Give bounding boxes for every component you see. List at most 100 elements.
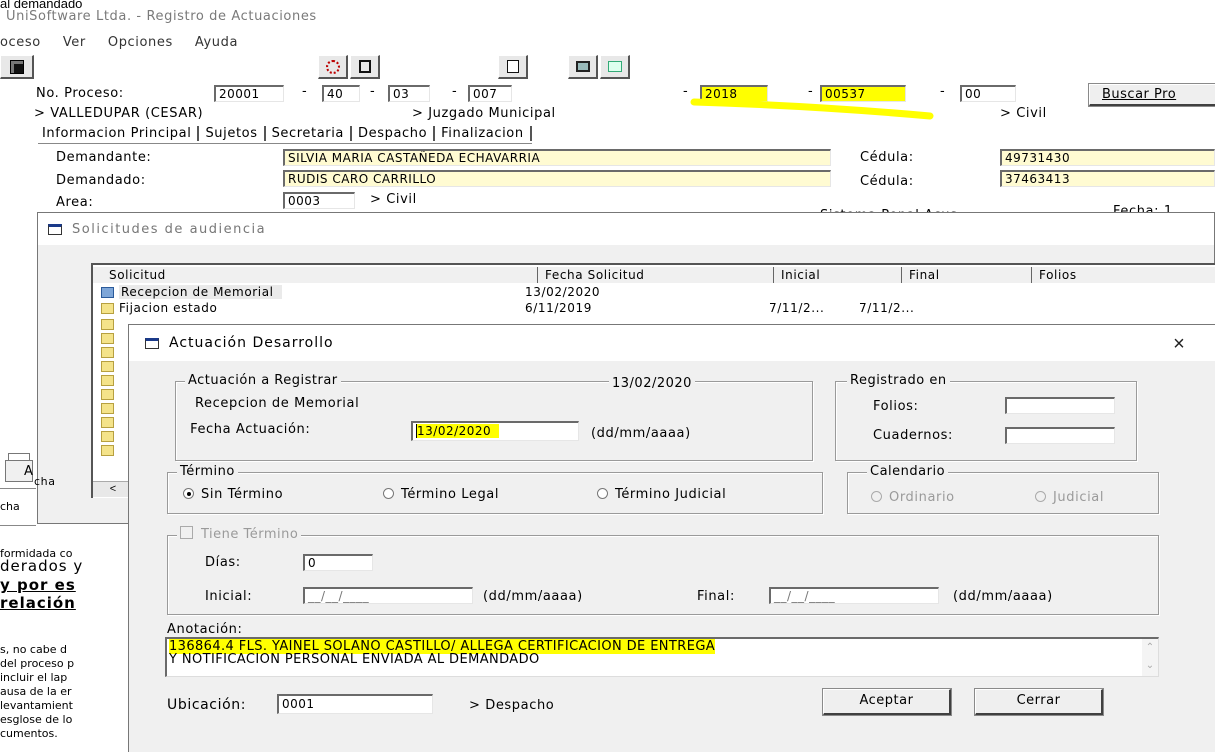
actuacion-dialog: Actuación Desarrollo × Actuación a Regis… bbox=[128, 324, 1215, 752]
ubicacion-label: Ubicación: bbox=[167, 697, 247, 713]
tab-finalizacion[interactable]: Finalizacion bbox=[433, 125, 532, 141]
menu-opciones[interactable]: Opciones bbox=[108, 35, 173, 50]
row-fecha: 13/02/2020 bbox=[525, 285, 601, 299]
menu-bar: oceso Ver Opciones Ayuda bbox=[0, 35, 238, 50]
radio-ordinario-label: Ordinario bbox=[889, 490, 955, 505]
radio-disabled-icon bbox=[871, 491, 882, 502]
side-button[interactable]: A bbox=[5, 460, 33, 482]
location-type: > Civil bbox=[1000, 106, 1047, 121]
tiene-termino-label: Tiene Término bbox=[201, 527, 299, 542]
left-clip-3: y por es bbox=[0, 576, 76, 594]
fecha-actuacion-label-text: Fecha Actuación: bbox=[190, 422, 311, 437]
side-clip-b: cha bbox=[34, 475, 56, 488]
textarea-scrollbar[interactable]: ⌃ ⌄ bbox=[1142, 639, 1158, 676]
radio-sin-label: Sin Término bbox=[201, 487, 284, 502]
tiene-termino-checkbox[interactable]: Tiene Término bbox=[177, 526, 302, 542]
cerrar-button[interactable]: Cerrar bbox=[974, 688, 1104, 716]
demandado-cedula-label: Cédula: bbox=[860, 174, 914, 189]
inicial-field[interactable]: __/__/____ bbox=[303, 587, 473, 604]
scroll-left-arrow[interactable]: < bbox=[93, 481, 133, 497]
radio-judicial-label: Término Judicial bbox=[615, 487, 727, 502]
proceso-part-1[interactable]: 20001 bbox=[214, 85, 284, 102]
menu-proceso[interactable]: oceso bbox=[0, 35, 41, 50]
checkbox-icon bbox=[180, 526, 193, 539]
col-solicitud[interactable]: Solicitud bbox=[109, 267, 166, 283]
radio-ordinario[interactable]: Ordinario bbox=[871, 490, 955, 505]
demandado-field[interactable]: RUDIS CARO CARRILLO bbox=[283, 170, 831, 187]
folder-icon bbox=[101, 375, 114, 386]
location-city: > VALLEDUPAR (CESAR) bbox=[34, 106, 204, 121]
radio-judicial-calendar[interactable]: Judicial bbox=[1035, 490, 1104, 505]
radio-termino-legal[interactable]: Término Legal bbox=[383, 487, 499, 502]
row-inicial: 7/11/2... bbox=[769, 301, 825, 315]
buscar-proceso-button[interactable]: Buscar Pro bbox=[1088, 83, 1215, 107]
col-fecha-solicitud[interactable]: Fecha Solicitud bbox=[545, 267, 645, 283]
proceso-part-consecutivo[interactable]: 00 bbox=[960, 85, 1016, 102]
close-icon[interactable]: × bbox=[1165, 331, 1193, 357]
demandado-cedula-field[interactable]: 37463413 bbox=[1000, 170, 1215, 187]
save-icon bbox=[9, 59, 24, 74]
tab-secretaria[interactable]: Secretaria bbox=[263, 125, 350, 141]
radio-legal-label: Término Legal bbox=[401, 487, 500, 502]
anotacion-text: 136864.4 FLS. YAINEL SOLANO CASTILLO/ AL… bbox=[169, 639, 716, 667]
toolbar-new-button[interactable] bbox=[498, 55, 528, 79]
toolbar-doc-button[interactable] bbox=[350, 55, 380, 79]
anotacion-line-2: Y NOTIFICACION PERSONAL ENVIADA AL DEMAN… bbox=[169, 652, 540, 667]
ubicacion-desc: > Despacho bbox=[469, 698, 555, 713]
proceso-part-2[interactable]: 40 bbox=[322, 85, 360, 102]
folios-field[interactable] bbox=[1005, 397, 1115, 414]
col-folios[interactable]: Folios bbox=[1039, 267, 1077, 283]
ubicacion-field[interactable]: 0001 bbox=[277, 694, 433, 714]
toolbar-monitor-button[interactable] bbox=[568, 55, 598, 79]
folder-icon bbox=[101, 302, 114, 316]
aceptar-button[interactable]: Aceptar bbox=[822, 688, 952, 716]
monitor-icon bbox=[575, 61, 590, 72]
folder-open-icon bbox=[101, 286, 114, 300]
radio-termino-judicial[interactable]: Término Judicial bbox=[597, 487, 726, 502]
dias-label: Días: bbox=[205, 555, 241, 570]
new-page-icon bbox=[506, 60, 519, 73]
toolbar-record-button[interactable] bbox=[318, 55, 348, 79]
toolbar-network-button[interactable] bbox=[600, 55, 630, 79]
fecha-actuacion-field[interactable]: 13/02/2020 bbox=[411, 421, 579, 441]
list-item[interactable]: Fijacion estado 6/11/2019 7/11/2... 7/11… bbox=[93, 301, 1215, 316]
area-desc: > Civil bbox=[370, 192, 417, 207]
tab-despacho[interactable]: Despacho bbox=[350, 125, 433, 141]
proceso-part-4[interactable]: 007 bbox=[468, 85, 512, 102]
row-fecha: 6/11/2019 bbox=[525, 301, 592, 315]
proceso-part-3[interactable]: 03 bbox=[388, 85, 430, 102]
solicitudes-header: Solicitud Fecha Solicitud Inicial Final … bbox=[93, 267, 1215, 283]
area-field[interactable]: 0003 bbox=[283, 192, 355, 209]
menu-ayuda[interactable]: Ayuda bbox=[195, 35, 238, 50]
fecha-format: (dd/mm/aaaa) bbox=[591, 426, 691, 441]
dialog-title: Actuación Desarrollo bbox=[169, 335, 334, 351]
dias-field[interactable]: 0 bbox=[303, 554, 373, 571]
fecha-actuacion-value: 13/02/2020 bbox=[416, 424, 500, 438]
location-court: > Juzgado Municipal bbox=[412, 106, 556, 121]
menu-ver[interactable]: Ver bbox=[63, 35, 86, 50]
anotacion-label: Anotación: bbox=[167, 622, 243, 637]
list-item[interactable]: Recepcion de Memorial 13/02/2020 bbox=[93, 285, 1215, 300]
col-final[interactable]: Final bbox=[909, 267, 940, 283]
tab-informacion-principal[interactable]: Informacion Principal bbox=[38, 126, 197, 141]
final-format: (dd/mm/aaaa) bbox=[953, 589, 1053, 604]
col-inicial[interactable]: Inicial bbox=[781, 267, 820, 283]
dash: - bbox=[683, 84, 689, 99]
anotacion-textarea[interactable]: 136864.4 FLS. YAINEL SOLANO CASTILLO/ AL… bbox=[165, 637, 1159, 677]
cuadernos-field[interactable] bbox=[1005, 427, 1115, 444]
demandante-cedula-field[interactable]: 49731430 bbox=[1000, 149, 1215, 166]
left-clip-2: derados y bbox=[0, 557, 84, 575]
radio-cal-judicial-label: Judicial bbox=[1053, 490, 1105, 505]
radio-sin-termino[interactable]: Sin Término bbox=[183, 487, 283, 502]
tab-strip: Informacion Principal Sujetos Secretaria… bbox=[38, 123, 532, 144]
radio-selected-icon bbox=[183, 488, 194, 499]
calendario-group-label: Calendario bbox=[867, 464, 949, 479]
demandante-field[interactable]: SILVIA MARIA CASTAÑEDA ECHAVARRIA bbox=[283, 149, 831, 166]
fecha-actuacion-label: FFecha Actuación: bbox=[190, 422, 311, 437]
no-proceso-label: No. Proceso: bbox=[36, 86, 124, 101]
folder-icon bbox=[101, 403, 114, 414]
toolbar-open-save-button[interactable] bbox=[0, 55, 34, 79]
col-divider bbox=[1031, 267, 1032, 283]
final-field[interactable]: __/__/____ bbox=[769, 587, 939, 604]
tab-sujetos[interactable]: Sujetos bbox=[197, 125, 263, 141]
